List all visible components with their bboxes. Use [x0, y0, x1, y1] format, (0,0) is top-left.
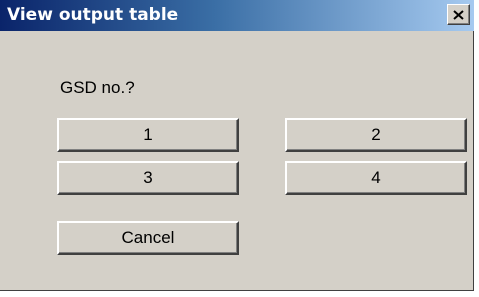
title-bar[interactable]: View output table	[0, 0, 474, 31]
close-button[interactable]	[447, 4, 470, 25]
dialog-window: View output table GSD no.? 1 2 3 4 Cance…	[0, 0, 474, 291]
gsd-option-3-button[interactable]: 3	[57, 161, 239, 195]
window-title: View output table	[7, 5, 179, 25]
gsd-option-1-button[interactable]: 1	[57, 118, 239, 152]
gsd-option-2-button[interactable]: 2	[285, 118, 467, 152]
gsd-prompt-label: GSD no.?	[60, 78, 135, 97]
close-icon	[453, 9, 464, 20]
cancel-button[interactable]: Cancel	[57, 221, 239, 255]
gsd-option-4-button[interactable]: 4	[285, 161, 467, 195]
